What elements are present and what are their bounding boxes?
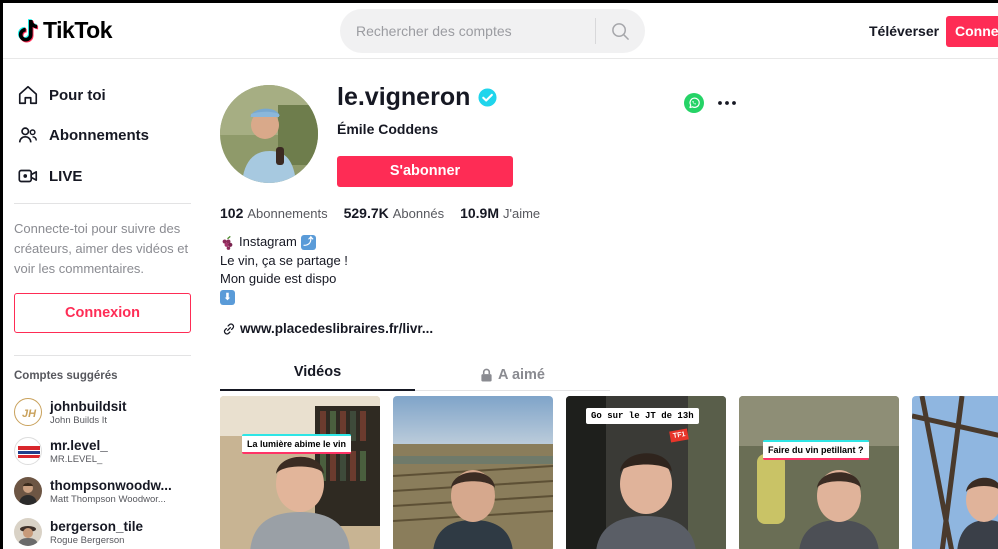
stat-label: Abonnements [247,206,328,221]
tiktok-logo[interactable]: TikTok [17,17,113,44]
live-icon [18,169,38,183]
search-bar [340,9,645,53]
lock-icon [481,368,492,381]
follow-button[interactable]: S'abonner [337,156,513,187]
active-tab-indicator [220,389,415,391]
tab-videos[interactable]: Vidéos [220,358,415,391]
video-thumbnail[interactable]: Faire du vin petillant ? [739,396,899,549]
top-header: TikTok Téléverser Connexion [3,3,998,59]
sidebar: Pour toi Abonnements LIVE Connecte-toi p… [3,59,203,549]
profile-full-name: Émile Coddens [337,121,439,137]
sidebar-divider [14,355,191,356]
profile-username: le.vigneron [337,83,497,112]
profile-bio: Instagram ⤴ Le vin, ça se partage ! Mon … [220,233,348,307]
header-login-button[interactable]: Connexion [946,16,998,47]
profile-link[interactable]: www.placedeslibraires.fr/livr... [222,321,433,336]
suggested-account-bergerson-tile[interactable]: bergerson_tile Rogue Bergerson [14,518,143,546]
video-caption: Faire du vin petillant ? [763,440,869,460]
video-caption: La lumière abime le vin [242,434,352,454]
bio-line: Le vin, ça se partage ! [220,252,348,271]
users-icon [18,127,37,143]
sidebar-divider [14,203,191,204]
home-icon [18,85,38,105]
link-icon [223,323,235,334]
nav-item-label: LIVE [49,167,83,185]
video-thumbnail[interactable] [393,396,553,549]
search-input[interactable] [340,9,595,53]
video-caption: Go sur le JT de 13h [586,408,699,424]
tiktok-note-icon [17,18,39,42]
svg-text:JH: JH [22,408,37,420]
profile-avatar [220,85,318,183]
stat-label: J'aime [503,206,541,221]
nav-item-following[interactable]: Abonnements [17,124,149,146]
sidebar-login-button[interactable]: Connexion [14,293,191,333]
tab-label: A aimé [497,366,545,383]
suggested-username: thompsonwoodw... [50,477,172,493]
suggested-account-thompsonwoodworks[interactable]: thompsonwoodw... Matt Thompson Woodwor..… [14,477,172,505]
stat-following[interactable]: 102 Abonnements [220,205,328,221]
stat-label: Abonnés [392,206,445,221]
suggested-display-name: Rogue Bergerson [50,534,125,546]
login-prompt: Connecte-toi pour suivre des créateurs, … [14,221,189,276]
stat-value: 529.7K [343,205,389,221]
bio-text: Mon guide est dispo [220,271,337,286]
suggested-accounts-title: Comptes suggérés [14,370,118,382]
suggested-display-name: John Builds It [50,414,108,426]
bio-line: ⬇ [220,289,348,308]
nav-item-label: Abonnements [49,126,150,144]
bio-text: Le vin, ça se partage ! [220,252,348,268]
search-button[interactable] [596,9,644,53]
stat-value: 102 [220,205,244,221]
suggested-username: bergerson_tile [50,518,144,534]
bio-line: Instagram ⤴ [220,233,348,252]
suggested-display-name: Matt Thompson Woodwor... [50,493,166,505]
arrow-curving-up-icon: ⤴ [300,234,316,250]
more-options-icon[interactable] [716,95,738,111]
video-thumbnail[interactable]: Go sur le JT de 13h TF1 [566,396,726,549]
profile-stats: 102 Abonnements 529.7K Abonnés 10.9M J'aime [220,205,540,221]
avatar [14,437,42,465]
avatar [14,477,42,505]
link-text: www.placedeslibraires.fr/livr... [240,321,434,336]
suggested-username: johnbuildsit [50,398,127,414]
arrow-down-icon: ⬇ [220,290,235,306]
suggested-account-mr-level[interactable]: mr.level_ MR.LEVEL_ [14,437,108,465]
whatsapp-share-icon[interactable] [684,93,704,113]
nav-item-live[interactable]: LIVE [17,165,82,187]
upload-link[interactable]: Téléverser [869,23,939,39]
suggested-username: mr.level_ [50,437,108,453]
bio-line: Mon guide est dispo [220,270,348,289]
video-thumbnail[interactable] [912,396,998,549]
nav-item-label: Pour toi [49,86,106,104]
video-thumbnail[interactable]: La lumière abime le vin [220,396,380,549]
search-icon [611,22,629,40]
bio-text: Instagram [239,234,297,249]
tab-liked[interactable]: A aimé [415,358,610,391]
username-text: le.vigneron [337,83,471,111]
avatar [14,518,42,546]
nav-item-for-you[interactable]: Pour toi [17,84,106,106]
suggested-display-name: MR.LEVEL_ [50,453,103,465]
avatar: JH [14,398,42,426]
stat-followers[interactable]: 529.7K Abonnés [344,205,444,221]
stat-value: 10.9M [460,205,499,221]
grapes-icon [222,235,233,250]
verified-badge-icon [478,88,497,107]
logo-text: TikTok [43,17,113,43]
profile-tabs: Vidéos A aimé [220,358,610,391]
stat-likes: 10.9M J'aime [460,205,540,221]
suggested-account-johnbuildsit[interactable]: JH johnbuildsit John Builds It [14,398,127,426]
